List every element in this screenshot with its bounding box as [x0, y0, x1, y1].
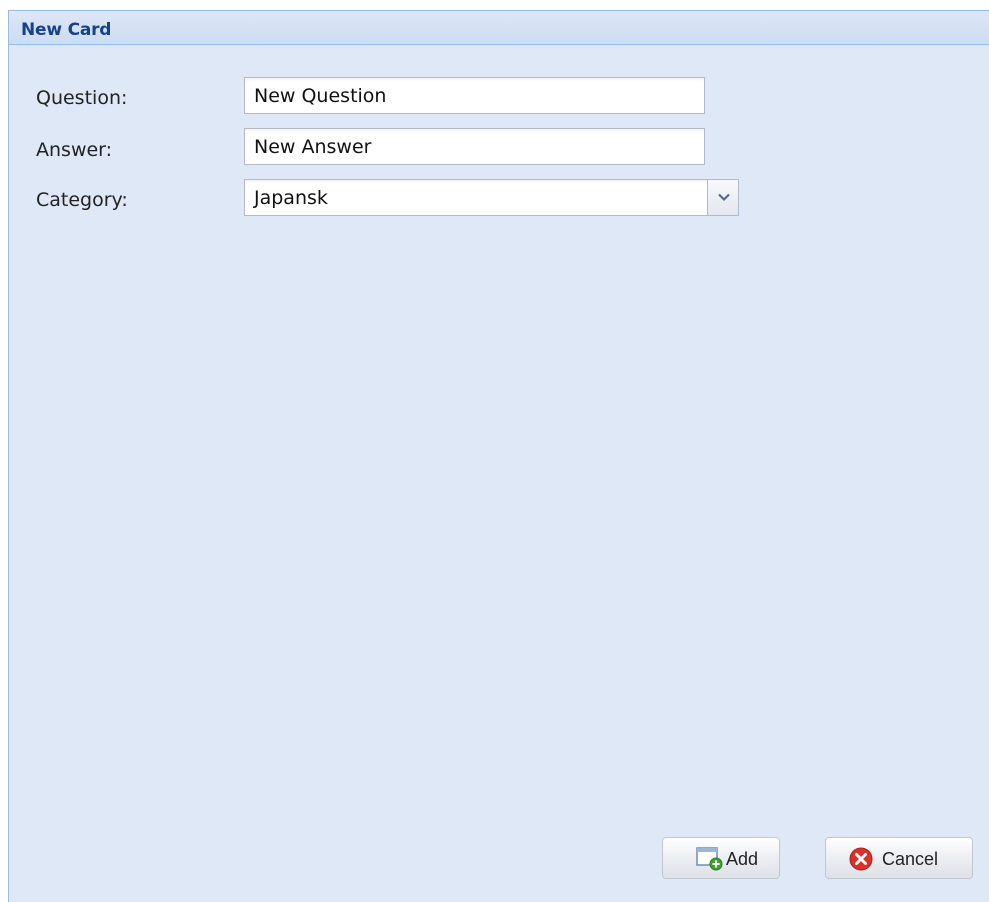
- add-button[interactable]: Add: [662, 837, 780, 879]
- add-button-label: Add: [726, 849, 759, 869]
- new-card-panel: New Card Question: New Question Answer: …: [8, 10, 989, 902]
- answer-label: Answer:: [36, 139, 113, 161]
- panel-header: New Card: [9, 11, 989, 45]
- question-input[interactable]: New Question: [244, 77, 705, 114]
- cancel-button-label: Cancel: [882, 849, 939, 869]
- chevron-down-icon: [718, 193, 730, 202]
- question-label: Question:: [36, 87, 128, 109]
- add-card-icon: [696, 847, 723, 871]
- answer-input[interactable]: New Answer: [244, 128, 705, 165]
- cancel-button[interactable]: Cancel: [825, 837, 973, 879]
- category-dropdown-trigger[interactable]: [707, 179, 739, 216]
- category-label: Category:: [36, 189, 128, 211]
- category-select[interactable]: Japansk: [244, 179, 708, 216]
- panel-title: New Card: [21, 20, 112, 40]
- answer-input-value: New Answer: [254, 136, 372, 158]
- cancel-icon: [849, 847, 873, 871]
- category-select-value: Japansk: [254, 187, 328, 209]
- question-input-value: New Question: [254, 85, 387, 107]
